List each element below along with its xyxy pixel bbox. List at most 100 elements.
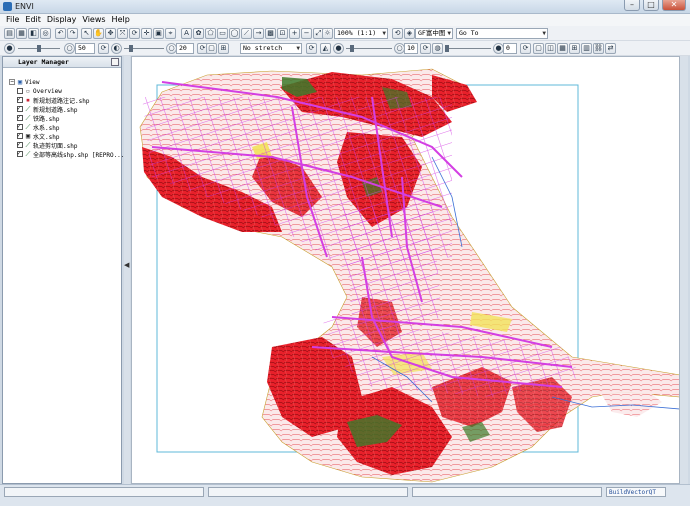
- sharpen-value-field[interactable]: 10: [404, 43, 418, 54]
- menu-views[interactable]: Views: [80, 14, 109, 26]
- collapse-left-icon[interactable]: ◀: [124, 261, 129, 269]
- go-to-input[interactable]: Go To ▼: [456, 28, 548, 39]
- stretch-select[interactable]: No stretch ▼: [240, 43, 302, 54]
- globe-icon[interactable]: ◎: [40, 28, 51, 39]
- rotate-view-icon[interactable]: ⟲: [392, 28, 403, 39]
- undo-icon[interactable]: ↶: [55, 28, 66, 39]
- menu-file[interactable]: File: [4, 14, 23, 26]
- layer-icon[interactable]: ◈: [404, 28, 415, 39]
- panel-pin-icon[interactable]: [111, 58, 119, 66]
- brightness-circle-icon: ○: [64, 43, 75, 54]
- menu-bar: File Edit Display Views Help: [0, 14, 690, 26]
- vector-line-icon: ⟋: [25, 150, 31, 158]
- layer-row[interactable]: ⟋ 全部等高线shp.shp [REPRO...: [17, 149, 124, 159]
- tree-root-view[interactable]: − ▣ View: [9, 78, 39, 86]
- left-panel-splitter[interactable]: ◀: [124, 56, 130, 484]
- crosshair-icon[interactable]: ✛: [141, 28, 152, 39]
- polygon-icon[interactable]: ⬠: [205, 28, 216, 39]
- sharpen-reset-icon[interactable]: ⟳: [420, 43, 431, 54]
- layer-row[interactable]: ▪ 新规划道路注记.shp: [17, 95, 89, 105]
- maximize-button[interactable]: □: [643, 0, 659, 11]
- ellipse-icon[interactable]: ◯: [229, 28, 240, 39]
- sharpen-slider[interactable]: [346, 45, 392, 52]
- zoom-level-select[interactable]: 100% (1:1) ▼: [334, 28, 388, 39]
- display-toolbar: ● ○ 50 ⟳ ◐ ○ 20 ⟳ ▢ ⊞ No stretch ▼ ⟳ ◭ ● …: [0, 41, 690, 56]
- layer-row[interactable]: ⟋ 水系.shp: [17, 122, 59, 132]
- brightness-reset-icon[interactable]: ⟳: [98, 43, 109, 54]
- vector-line-icon: ⟋: [25, 123, 31, 131]
- contrast-slider[interactable]: [124, 45, 164, 52]
- roam-icon[interactable]: ✥: [105, 28, 116, 39]
- layer-row[interactable]: ▣ 水文.shp: [17, 131, 59, 141]
- layer-row[interactable]: ⟋ 轨迹剪切面.shp: [17, 140, 77, 150]
- layout-link-icon[interactable]: ⛓: [593, 43, 604, 54]
- open-file-icon[interactable]: ▤: [4, 28, 15, 39]
- view-icon: ▣: [17, 78, 23, 86]
- layer-checkbox[interactable]: [17, 104, 23, 112]
- menu-display[interactable]: Display: [45, 14, 81, 26]
- active-layer-select[interactable]: GF富中图 ▼: [415, 28, 453, 39]
- brightness-slider[interactable]: [18, 45, 60, 52]
- layer-manager-panel: Layer Manager − ▣ View ▫ Overview ▪ 新规划道…: [2, 56, 124, 484]
- layer-row[interactable]: ⟋ 新规划道路.shp: [17, 104, 77, 114]
- rotate-icon[interactable]: ⟳: [129, 28, 140, 39]
- picture-icon[interactable]: ▩: [265, 28, 276, 39]
- layer-checkbox[interactable]: [17, 95, 23, 103]
- brightness-icon: ●: [4, 43, 15, 54]
- zoom-in-icon[interactable]: +: [289, 28, 300, 39]
- transparency-reset-icon[interactable]: ⟳: [520, 43, 531, 54]
- pan-hand-icon[interactable]: ✋: [93, 28, 104, 39]
- layout-split-icon[interactable]: ◫: [545, 43, 556, 54]
- stretch-type-icon[interactable]: ⊞: [218, 43, 229, 54]
- stretch-histogram-icon[interactable]: ▢: [206, 43, 217, 54]
- text-annotation-icon[interactable]: A: [181, 28, 192, 39]
- zoom-box-icon[interactable]: ▣: [153, 28, 164, 39]
- reset-view-icon[interactable]: ☼: [322, 28, 333, 39]
- stretch-reset-icon[interactable]: ⟳: [306, 43, 317, 54]
- menu-edit[interactable]: Edit: [23, 14, 45, 26]
- process-status: BuildVectorQT: [606, 487, 666, 497]
- vector-map-canvas[interactable]: [132, 57, 680, 484]
- menu-help[interactable]: Help: [110, 14, 134, 26]
- transparency-value-field[interactable]: 0: [503, 43, 517, 54]
- layout-single-icon[interactable]: ▢: [533, 43, 544, 54]
- symbol-icon[interactable]: ✿: [193, 28, 204, 39]
- transparency-slider[interactable]: [445, 45, 491, 52]
- redo-icon[interactable]: ↷: [67, 28, 78, 39]
- layer-checkbox[interactable]: [17, 122, 23, 130]
- layer-checkbox[interactable]: [17, 113, 23, 121]
- select-cursor-icon[interactable]: ↖: [81, 28, 92, 39]
- layer-checkbox[interactable]: [17, 149, 23, 157]
- fly-icon[interactable]: ⤧: [117, 28, 128, 39]
- right-panel-splitter[interactable]: [680, 56, 688, 484]
- data-manager-icon[interactable]: ▦: [16, 28, 27, 39]
- window-title: ENVI: [15, 2, 34, 11]
- transparency-icon: ◍: [432, 43, 443, 54]
- arrow-icon[interactable]: →: [253, 28, 264, 39]
- layout-sync-icon[interactable]: ⇄: [605, 43, 616, 54]
- sharpen-dial-icon: ●: [333, 43, 344, 54]
- collapse-icon[interactable]: −: [9, 79, 15, 85]
- layer-checkbox[interactable]: [17, 140, 23, 148]
- layout-grid-icon[interactable]: ▦: [557, 43, 568, 54]
- overview-checkbox[interactable]: [17, 88, 23, 94]
- map-view[interactable]: [131, 56, 680, 484]
- brightness-value-field[interactable]: 50: [75, 43, 95, 54]
- polyline-icon[interactable]: ⟋: [241, 28, 252, 39]
- tree-overview[interactable]: ▫ Overview: [17, 87, 62, 95]
- contrast-icon: ◐: [111, 43, 122, 54]
- vector-edit-icon[interactable]: ⌖: [165, 28, 176, 39]
- layout-quad-icon[interactable]: ⊞: [569, 43, 580, 54]
- zoom-extent-icon[interactable]: ⊡: [277, 28, 288, 39]
- zoom-out-icon[interactable]: −: [301, 28, 312, 39]
- close-button[interactable]: ✕: [662, 0, 686, 11]
- minimize-button[interactable]: –: [624, 0, 640, 11]
- status-cell-3: [412, 487, 602, 497]
- layout-three-icon[interactable]: ▥: [581, 43, 592, 54]
- layer-row[interactable]: ⟋ 铁路.shp: [17, 113, 59, 123]
- contrast-value-field[interactable]: 20: [176, 43, 194, 54]
- toolbox-icon[interactable]: ◧: [28, 28, 39, 39]
- sharpen-icon: ◭: [320, 43, 331, 54]
- rectangle-icon[interactable]: ▭: [217, 28, 228, 39]
- layer-checkbox[interactable]: [17, 131, 23, 139]
